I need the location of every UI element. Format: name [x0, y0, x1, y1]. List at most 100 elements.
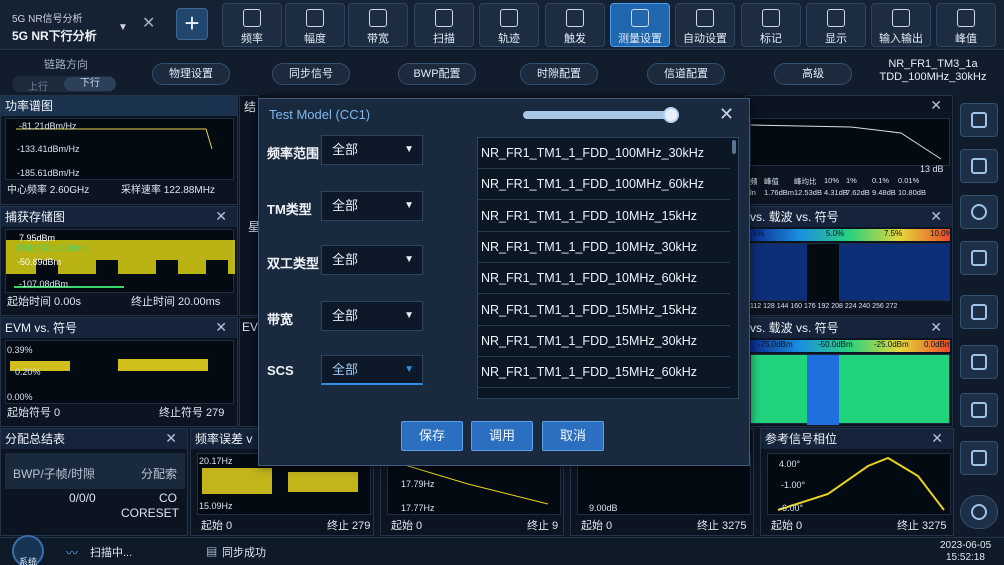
table-cell: 0/0/0: [69, 491, 96, 505]
scale-label: -25.0dBm: [874, 340, 909, 349]
toolbar-button[interactable]: 带宽: [348, 3, 408, 47]
end-index: 终止 3275: [897, 520, 947, 532]
load-button[interactable]: 调用: [471, 421, 533, 451]
toolbar-button[interactable]: 标记: [741, 3, 801, 47]
toolbar-button[interactable]: 触发: [545, 3, 605, 47]
link-direction: 链路方向 上行 下行: [8, 54, 118, 93]
panel-title: vs. 载波 vs. 符号: [746, 318, 952, 338]
evm-carrier-panel[interactable]: vs. 载波 vs. 符号 ✕ 2.5% 5.0% 7.5% 10.0% 112…: [745, 206, 953, 316]
uplink-option[interactable]: 上行: [12, 78, 64, 93]
toolbar-button-label: 显示: [825, 33, 847, 45]
ccdf-cell: 频: [750, 177, 758, 186]
close-icon[interactable]: ✕: [215, 208, 227, 225]
scan-icon: 〰: [66, 546, 79, 560]
toolbar-button[interactable]: 扫描: [414, 3, 474, 47]
toolbar-button[interactable]: 峰值: [936, 3, 996, 47]
start-index: 起始 0: [771, 520, 803, 532]
filter-label: SCS: [267, 363, 294, 378]
folder-icon[interactable]: [960, 345, 998, 379]
status-bar: 系统 〰 扫描中... ▤ 同步成功 2023-06-05 15:52:18: [0, 535, 1004, 565]
toolbar-button[interactable]: 自动设置: [675, 3, 735, 47]
list-item[interactable]: NR_FR1_TM1_1_FDD_10MHz_60kHz: [478, 263, 730, 295]
capture-panel[interactable]: 捕获存储图 ✕ 7.95dBm -50.89dBm -107.08dBm 持续时…: [0, 206, 238, 316]
toolbar-button-label: 触发: [564, 33, 586, 45]
panel-title: EV: [242, 320, 259, 334]
subtab-5[interactable]: 高级: [774, 63, 852, 85]
ccdf-trace: [750, 124, 942, 160]
filter-dropdown[interactable]: 全部 ▼: [321, 135, 423, 165]
close-icon[interactable]: ✕: [930, 97, 942, 114]
close-icon[interactable]: ✕: [215, 319, 227, 336]
ccdf-cell: 1%: [846, 176, 857, 185]
preset-icon[interactable]: [960, 149, 998, 183]
ref-phase-panel[interactable]: 参考信号相位 ✕ 4.00° -1.00° -6.00° 起始 0 终止 327…: [760, 428, 954, 536]
frequency-icon: [243, 9, 261, 27]
home-icon[interactable]: [960, 103, 998, 137]
filter-dropdown[interactable]: 全部 ▼: [321, 191, 423, 221]
x-tick: 13 dB: [920, 164, 944, 174]
list-item[interactable]: NR_FR1_TM1_1_FDD_100MHz_30kHz: [478, 138, 730, 169]
chevron-down-icon[interactable]: ▼: [118, 22, 128, 33]
system-button[interactable]: 系统: [12, 535, 44, 565]
toolbar-button[interactable]: 轨迹: [479, 3, 539, 47]
y-tick: 17.79Hz: [401, 479, 435, 489]
list-item[interactable]: NR_FR1_TM1_1_FDD_15MHz_30kHz: [478, 326, 730, 357]
toolbar-button[interactable]: 测量设置: [610, 3, 670, 47]
window-icon[interactable]: [960, 393, 998, 427]
subtab-1[interactable]: 同步信号: [272, 63, 350, 85]
toolbar-button-label: 扫描: [433, 33, 455, 45]
list-item[interactable]: NR_FR1_TM1_1_FDD_10MHz_30kHz: [478, 232, 730, 263]
subtab-4[interactable]: 信道配置: [647, 63, 725, 85]
list-item[interactable]: NR_FR1_TM1_1_FDD_15MHz_15kHz: [478, 295, 730, 326]
close-icon[interactable]: ✕: [142, 16, 155, 32]
logo-icon[interactable]: [960, 495, 998, 529]
save-icon[interactable]: [960, 295, 998, 329]
subtab-2[interactable]: BWP配置: [398, 63, 476, 85]
toolbar-button[interactable]: 幅度: [285, 3, 345, 47]
toolbar-button[interactable]: 显示: [806, 3, 866, 47]
save-button[interactable]: 保存: [401, 421, 463, 451]
close-icon[interactable]: ✕: [931, 430, 943, 447]
toolbar-button[interactable]: 频率: [222, 3, 282, 47]
close-icon[interactable]: ✕: [930, 208, 942, 225]
filter-dropdown[interactable]: 全部 ▼: [321, 355, 423, 385]
list-item[interactable]: NR_FR1_TM1_1_FDD_15MHz_60kHz: [478, 357, 730, 389]
filter-dropdown[interactable]: 全部 ▼: [321, 301, 423, 331]
toolbar-button[interactable]: 输入输出: [871, 3, 931, 47]
forward-icon[interactable]: [960, 195, 998, 229]
power-carrier-panel[interactable]: vs. 载波 vs. 符号 ✕ -75.0dBm -50.0dBm -25.0d…: [745, 317, 953, 427]
power-carrier-heatmap[interactable]: [750, 354, 950, 425]
add-button[interactable]: +: [176, 8, 208, 40]
subtab-0[interactable]: 物理设置: [152, 63, 230, 85]
test-model-list[interactable]: NR_FR1_TM1_1_FDD_100MHz_30kHz NR_FR1_TM1_…: [477, 137, 739, 399]
evm-carrier-heatmap[interactable]: [750, 243, 950, 302]
y-tick: 20.17Hz: [199, 456, 233, 466]
ccdf-plot[interactable]: [750, 118, 950, 166]
ccdf-cell: 7.62dB: [846, 188, 870, 197]
transparency-slider[interactable]: [523, 107, 679, 123]
close-icon[interactable]: ✕: [930, 319, 942, 336]
refresh-icon[interactable]: [960, 241, 998, 275]
downlink-option[interactable]: 下行: [64, 77, 116, 91]
screenshot-icon[interactable]: [960, 441, 998, 475]
filter-dropdown[interactable]: 全部 ▼: [321, 245, 423, 275]
close-icon[interactable]: ✕: [719, 104, 734, 125]
list-item[interactable]: NR_FR1_TM1_1_FDD_100MHz_60kHz: [478, 169, 730, 201]
ccdf-panel[interactable]: ✕ 13 dB 频峰值 峰均比 10% 1% 0.1% 0.01% ln 1.76dBm 12.…: [745, 95, 953, 205]
link-direction-toggle[interactable]: 上行 下行: [12, 76, 116, 93]
trigger-icon: [566, 9, 584, 27]
list-scrollbar[interactable]: [732, 140, 736, 154]
y-tick: -1.00°: [781, 480, 806, 490]
ccdf-cell: 0.1%: [872, 176, 890, 185]
allocation-summary-panel[interactable]: 分配总结表 ✕ BWP/子帧/时隙 分配索 0/0/0 CO CORESET: [0, 428, 188, 536]
y-tick: 0.20%: [15, 367, 41, 377]
spectrum-panel[interactable]: 功率谱图 -81.21dBm/Hz -133.41dBm/Hz -185.61d…: [0, 95, 238, 205]
mode-selector[interactable]: 5G NR信号分析 5G NR下行分析 ▼: [6, 6, 136, 46]
trace-icon: [500, 9, 518, 27]
list-item[interactable]: NR_FR1_TM1_1_FDD_10MHz_15kHz: [478, 201, 730, 232]
close-icon[interactable]: ✕: [165, 430, 177, 447]
subtab-3[interactable]: 时隙配置: [520, 63, 598, 85]
evm-symbol-panel[interactable]: EVM vs. 符号 ✕ 0.39% 0.20% 0.00% 起始符号 0 终止…: [0, 317, 238, 427]
slider-handle[interactable]: [663, 107, 679, 123]
cancel-button[interactable]: 取消: [542, 421, 604, 451]
